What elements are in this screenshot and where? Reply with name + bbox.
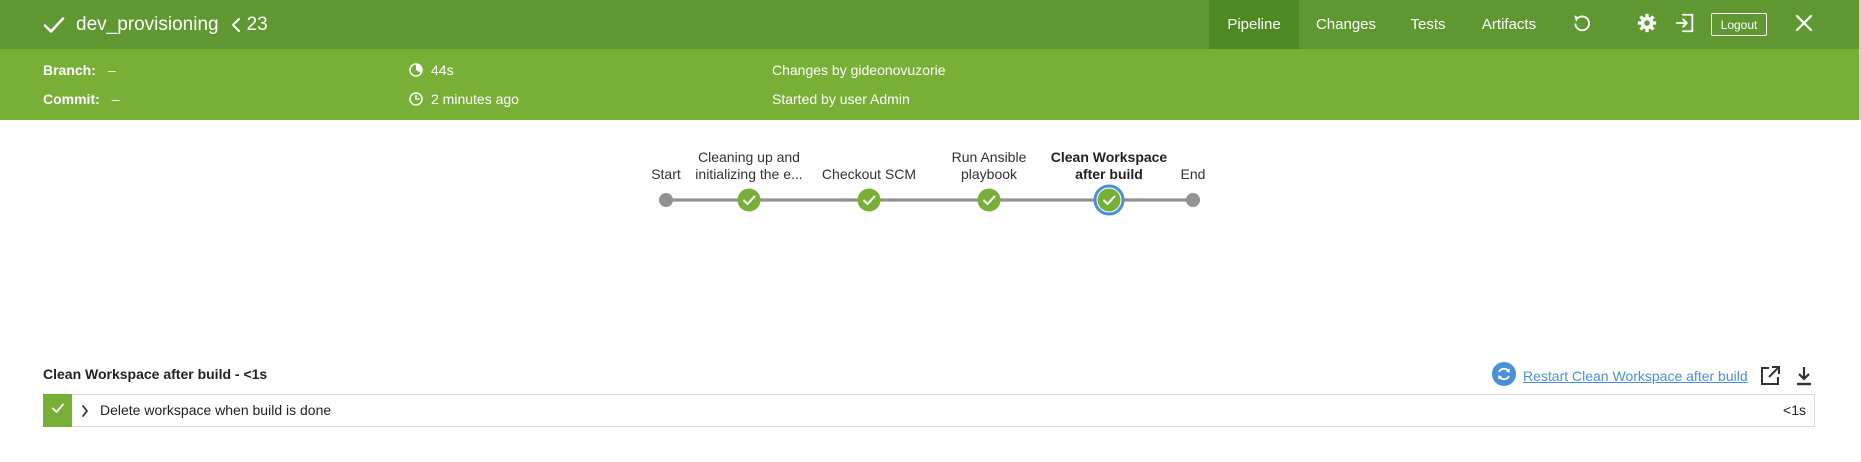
stage-success-node[interactable] [977,188,1001,212]
restart-stage-link[interactable]: Restart Clean Workspace after build [1523,368,1748,384]
stage-status-dot [857,188,881,212]
restart-icon [1491,361,1517,392]
stage-node[interactable] [659,193,673,207]
stage-success-node[interactable] [737,188,761,212]
stage-terminal-dot [659,193,673,207]
stage-status-dot [737,188,761,212]
stage-status-dot [977,188,1001,212]
stage-success-node[interactable] [857,188,881,212]
open-log-button[interactable] [1758,364,1782,388]
step-row[interactable]: Delete workspace when build is done <1s [43,394,1815,427]
stage-success-node[interactable] [1093,184,1125,216]
step-status [43,394,72,427]
download-log-button[interactable] [1792,364,1816,388]
check-icon [51,401,65,420]
restart-stage-button[interactable]: Restart Clean Workspace after build [1491,361,1748,392]
external-link-icon [1758,366,1782,392]
stage-node[interactable] [1186,193,1200,207]
download-icon [1792,367,1816,392]
step-section-title: Clean Workspace after build - <1s [43,366,268,382]
chevron-right-icon [81,404,89,423]
step-duration: <1s [1783,402,1806,418]
stage-terminal-dot [1186,193,1200,207]
stage-status-dot [1097,188,1121,212]
pipeline-nodes [659,184,1200,216]
step-description: Delete workspace when build is done [100,402,332,418]
